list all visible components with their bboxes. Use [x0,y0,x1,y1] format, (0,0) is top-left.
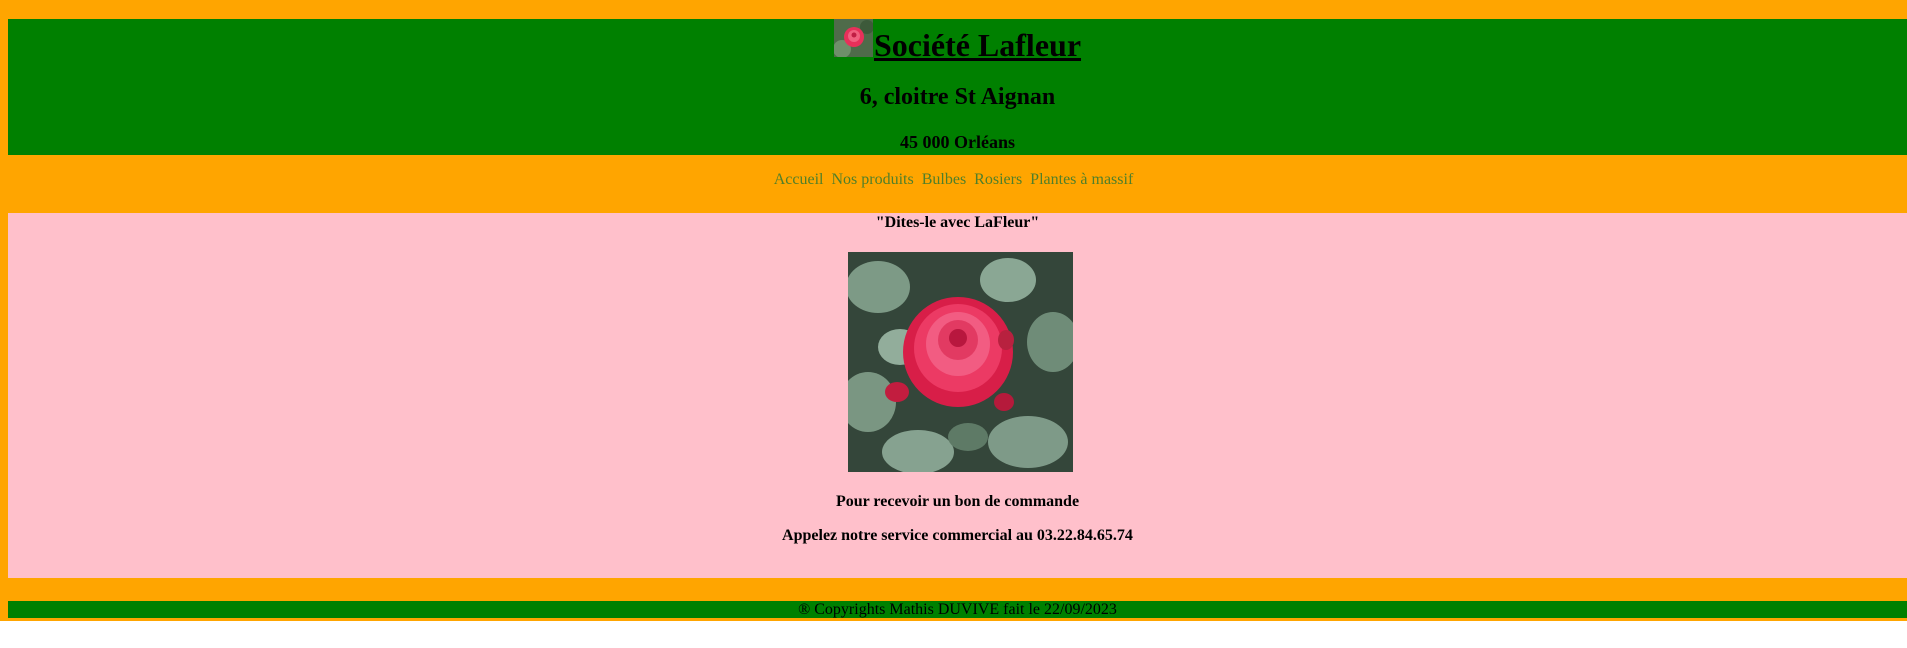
nav-link-nos-produits[interactable]: Nos produits [831,171,913,188]
site-title[interactable]: Société Lafleur [874,29,1081,61]
address-city: 45 000 Orléans [900,132,1015,152]
nav-link-rosiers[interactable]: Rosiers [974,171,1022,188]
main-content: "Dites-le avec LaFleur" Pour recevoir un… [8,213,1907,578]
address-street: 6, cloitre St Aignan [859,84,1056,110]
site-footer: ® Copyrights Mathis DUVIVE fait le 22/09… [8,601,1907,618]
nav-link-accueil[interactable]: Accueil [774,171,824,188]
phone-contact-text: Appelez notre service commercial au 03.2… [782,527,1133,544]
site-header: Société Lafleur 6, cloitre St Aignan 45 … [8,19,1907,155]
rose-photo [848,252,1073,472]
nav-link-bulbes[interactable]: Bulbes [922,171,966,188]
rose-logo-icon [833,19,873,57]
order-form-text: Pour recevoir un bon de commande [835,493,1080,510]
title-row: Société Lafleur [8,19,1907,61]
slogan: "Dites-le avec LaFleur" [875,214,1040,231]
copyright-text: ® Copyrights Mathis DUVIVE fait le 22/09… [798,601,1117,618]
main-nav: Accueil Nos produits Bulbes Rosiers Plan… [0,172,1907,188]
nav-link-plantes-a-massif[interactable]: Plantes à massif [1030,171,1133,188]
